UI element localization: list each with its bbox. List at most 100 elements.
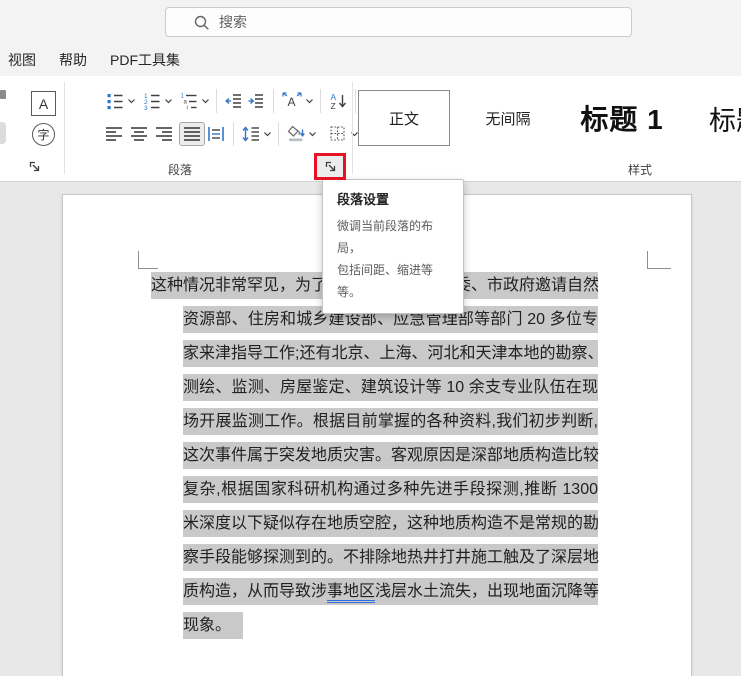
line-spacing-button[interactable] [240,122,262,146]
asian-layout-dropdown[interactable] [305,98,314,104]
tooltip-text: 包括间距、缩进等等。 [337,263,434,299]
asian-layout-icon: A [282,92,302,109]
decrease-indent-button[interactable] [223,89,245,113]
document-line-9[interactable]: 察手段能够探测到的。不排除地热井打井施工触及了深层地 [183,544,599,571]
search-box[interactable] [165,7,632,37]
multilevel-list-button[interactable]: 1ai [178,89,200,113]
font-dialog-launcher[interactable] [26,158,42,174]
style-normal[interactable]: 正文 [358,90,450,146]
document-line-8[interactable]: 米深度以下疑似存在地质空腔，这种地质构造不是常规的勘 [183,510,599,537]
distribute-button[interactable] [205,122,227,146]
numbering-dropdown[interactable] [164,98,173,104]
ribbon-tab-help[interactable]: 帮助 [59,50,87,70]
borders-icon [330,126,345,141]
increase-indent-icon [248,94,263,108]
document-line-10[interactable]: 质构造，从而导致涉事地区浅层水土流失，出现地面沉降等 [183,578,599,605]
paragraph-group-row2 [104,120,359,148]
word-window: 视图 帮助 PDF工具集 A 字 [0,0,741,676]
title-bar: 视图 帮助 PDF工具集 [0,0,741,76]
multilevel-list-dropdown[interactable] [201,98,210,104]
svg-text:A: A [288,95,296,109]
group-separator [64,82,65,174]
align-center-icon [131,127,147,141]
document-line-4[interactable]: 测绘、监测、房屋鉴定、建筑设计等 10 余支专业队伍在现 [183,374,598,401]
dialog-launcher-icon [29,161,39,171]
text-boundary-mark [647,251,648,269]
shading-button[interactable] [285,122,307,146]
separator [355,89,356,113]
ribbon-tab-view[interactable]: 视图 [8,50,36,70]
tooltip: 段落设置 微调当前段落的布局， 包括间距、缩进等等。 [322,179,464,314]
sort-icon: AZ [331,92,347,111]
grammar-underline: 事地区 [327,583,376,603]
style-no-spacing[interactable]: 无间隔 [458,90,558,146]
chevron-down-icon [309,132,316,137]
svg-text:3: 3 [144,105,148,111]
align-left-icon [106,127,122,141]
increase-indent-button[interactable] [245,89,267,113]
cropped-font-group-fragment [0,122,6,144]
sort-button[interactable]: AZ [327,89,349,113]
style-heading[interactable]: 标题 [690,90,741,146]
svg-text:Z: Z [331,101,336,111]
line-spacing-icon [242,126,259,142]
chevron-down-icon [165,99,172,104]
styles-group-label: 样式 [627,163,652,177]
ribbon-tabs: 视图 帮助 PDF工具集 [8,50,180,70]
annotation-red-box [314,153,346,180]
svg-text:i: i [187,106,188,112]
paragraph-group-row1: 123 1ai A A Z [104,88,384,114]
chevron-down-icon [264,132,271,137]
decrease-indent-icon [225,94,241,108]
group-separator [352,82,353,174]
distribute-icon [208,127,224,141]
enclose-characters-label: 字 [37,128,50,142]
enclose-characters-button[interactable]: 字 [32,123,55,146]
ribbon-tab-pdf-tools[interactable]: PDF工具集 [110,50,180,70]
separator [320,89,321,113]
bullets-icon [107,94,123,110]
align-left-button[interactable] [104,123,124,145]
align-center-button[interactable] [129,123,149,145]
paragraph-group-label: 段落 [167,163,192,177]
multilevel-list-icon: 1ai [181,94,197,112]
paragraph-dialog-launcher[interactable] [317,156,343,177]
separator [216,89,217,113]
align-right-button[interactable] [154,123,174,145]
shading-dropdown[interactable] [308,131,317,137]
borders-button[interactable] [327,122,349,146]
selected-paragraph[interactable]: 这种情况非常罕见，为了搞清原因，天津市委、市政府邀请自然资源部、住房和城乡建设部… [63,272,693,646]
text-boundary-mark [138,251,139,269]
numbering-button[interactable]: 123 [141,89,163,113]
ribbon: A 字 123 1 a i A A Z 段落 正文 无间隔 标题 1 标 样式 [0,76,741,182]
separator [273,89,274,113]
cropped-font-group-fragment [0,90,6,99]
bullets-button[interactable] [104,89,126,113]
chevron-down-icon [202,99,209,104]
chevron-down-icon [128,99,135,104]
bullets-dropdown[interactable] [127,98,136,104]
document-line-3[interactable]: 家来津指导工作;还有北京、上海、河北和天津本地的勘察、 [183,340,603,367]
shading-icon [287,125,305,142]
numbering-icon: 123 [144,93,160,111]
separator [233,122,234,146]
tooltip-text: 微调当前段落的布局， [337,219,434,255]
justify-button[interactable] [179,122,205,146]
document-line-5[interactable]: 场开展监测工作。根据目前掌握的各种资料,我们初步判断, [183,408,598,435]
document-line-7[interactable]: 复杂,根据国家科研机构通过多种先进手段探测,推断 1300 [183,476,598,503]
search-input[interactable] [217,13,601,31]
line-spacing-dropdown[interactable] [263,131,272,137]
dialog-launcher-icon [325,161,335,172]
tooltip-title: 段落设置 [337,192,390,207]
document-line-11[interactable]: 现象。 [183,612,244,639]
text-boundary-mark [647,268,671,269]
search-icon [194,15,209,30]
asian-layout-button[interactable]: A [280,89,304,113]
align-right-icon [156,127,172,141]
document-line-6[interactable]: 这次事件属于突发地质灾害。客观原因是深部地质构造比较 [183,442,599,469]
justify-icon [184,127,200,141]
character-border-button[interactable]: A [31,91,56,116]
chevron-down-icon [306,99,313,104]
character-border-label: A [38,95,49,112]
style-heading-1[interactable]: 标题 1 [560,90,684,146]
